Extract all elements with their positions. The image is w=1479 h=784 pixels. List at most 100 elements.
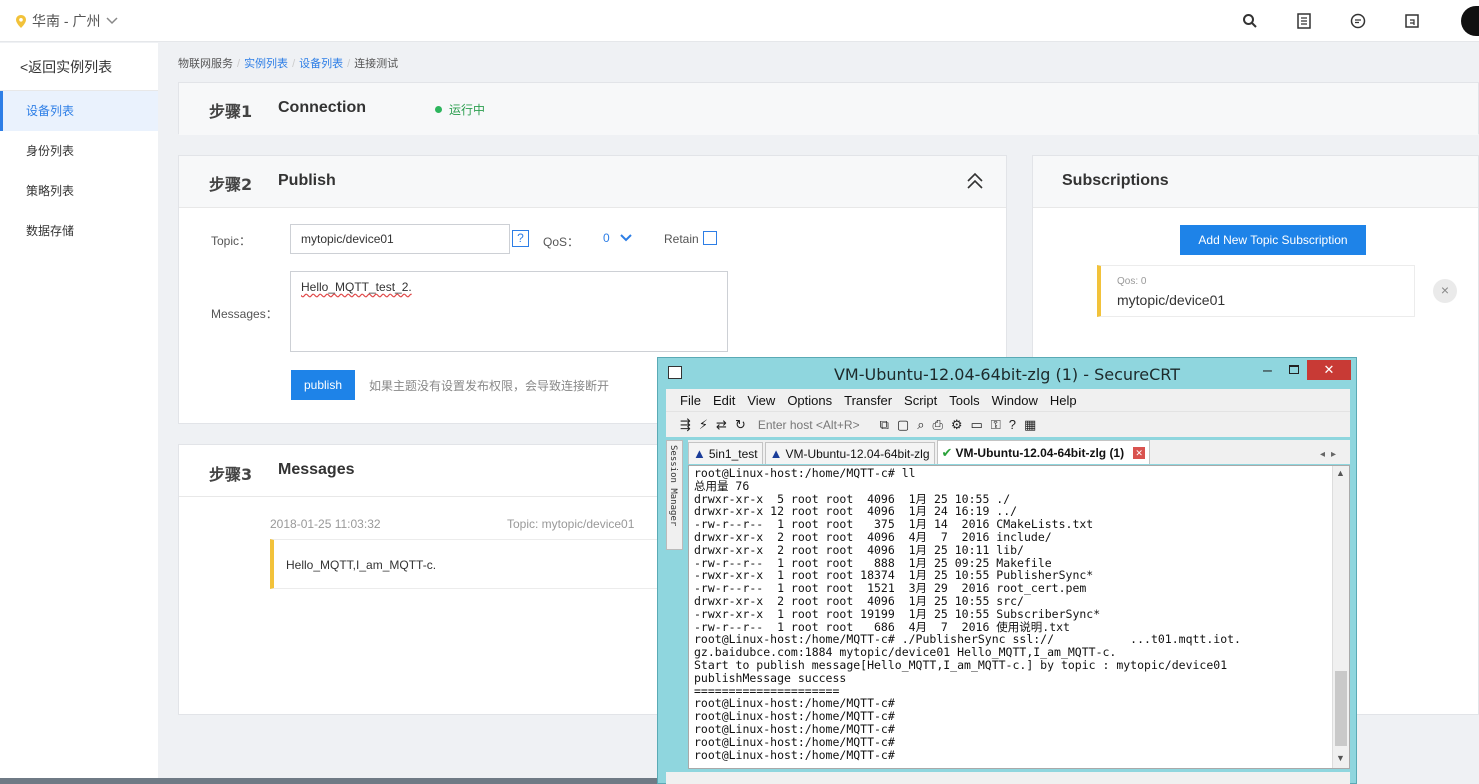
- topic-input[interactable]: mytopic/device01: [290, 224, 510, 254]
- warning-icon: ▲: [693, 445, 706, 461]
- tab-vm-ubuntu-1[interactable]: ✔ VM-Ubuntu-12.04-64bit-zlg (1) ✕: [936, 440, 1151, 464]
- top-bar: 华南 - 广州: [0, 0, 1479, 42]
- disconnect-icon[interactable]: ↻: [735, 417, 746, 433]
- location-pin-icon: [16, 14, 26, 28]
- host-input[interactable]: Enter host <Alt+R>: [758, 418, 860, 432]
- add-subscription-button[interactable]: Add New Topic Subscription: [1180, 225, 1366, 255]
- quick-connect-icon[interactable]: ⚡: [699, 417, 708, 433]
- avatar[interactable]: [1461, 6, 1479, 36]
- publish-button[interactable]: publish: [291, 370, 355, 400]
- panel-title: Connection: [278, 99, 366, 116]
- window-title: VM-Ubuntu-12.04-64bit-zlg (1) - SecureCR…: [833, 365, 1181, 384]
- messages-label: Messages：: [211, 307, 278, 321]
- session-manager-label: Session Manager: [668, 445, 678, 527]
- tab-vm-ubuntu[interactable]: ▲ VM-Ubuntu-12.04-64bit-zlg: [764, 442, 935, 464]
- sidebar-item-policies[interactable]: 策略列表: [0, 171, 158, 211]
- chevron-down-icon: [106, 17, 118, 25]
- check-icon: ✔: [941, 444, 953, 460]
- terminal[interactable]: root@Linux-host:/home/MQTT-c# ll 总用量 76 …: [688, 465, 1350, 769]
- connection-panel: 步骤1 Connection 运行中: [178, 82, 1479, 135]
- retain-checkbox[interactable]: [703, 231, 717, 245]
- message-text: Hello_MQTT_test_2.: [301, 280, 412, 294]
- qos-label: QoS：: [543, 235, 580, 249]
- back-to-instances-link[interactable]: <返回实例列表: [0, 43, 158, 91]
- reconnect-icon[interactable]: ⇄: [716, 417, 727, 433]
- menu-window[interactable]: Window: [992, 393, 1038, 408]
- breadcrumb-current: 连接测试: [354, 58, 399, 70]
- sidebar: <返回实例列表 设备列表 身份列表 策略列表 数据存储: [0, 43, 158, 784]
- close-tab-icon[interactable]: ✕: [1133, 446, 1146, 459]
- help-icon[interactable]: ?: [512, 230, 529, 247]
- breadcrumb-instances[interactable]: 实例列表: [244, 58, 288, 70]
- search-icon[interactable]: [1241, 12, 1259, 30]
- breadcrumb: 物联网服务 / 实例列表 / 设备列表 / 连接测试: [178, 58, 399, 70]
- collapse-chevron-icon[interactable]: [964, 170, 986, 192]
- connect-icon[interactable]: ⇶: [680, 417, 691, 433]
- close-icon[interactable]: ×: [1433, 279, 1457, 303]
- message-textarea[interactable]: Hello_MQTT_test_2.: [290, 271, 728, 352]
- close-icon[interactable]: ✕: [1307, 360, 1351, 380]
- tab-scroll-arrows-icon[interactable]: ◂▸: [1320, 449, 1350, 464]
- terminal-scrollbar[interactable]: ▲ ▼: [1332, 466, 1349, 768]
- maximize-icon[interactable]: [1289, 365, 1299, 374]
- session-tabs: ▲ 5in1_test ▲ VM-Ubuntu-12.04-64bit-zlg ✔ V…: [688, 440, 1350, 464]
- breadcrumb-devices[interactable]: 设备列表: [299, 58, 343, 70]
- qos-value: 0: [603, 231, 610, 245]
- status-dot-icon: [435, 106, 442, 113]
- menu-script[interactable]: Script: [904, 393, 937, 408]
- menu-options[interactable]: Options: [787, 393, 832, 408]
- status-badge: 运行中: [435, 101, 485, 118]
- publish-hint: 如果主题没有设置发布权限，会导致连接断开: [369, 379, 610, 393]
- securecrt-window[interactable]: VM-Ubuntu-12.04-64bit-zlg (1) - SecureCR…: [657, 357, 1357, 784]
- help-icon[interactable]: ?: [1009, 417, 1016, 432]
- subscription-item: Qos: 0 mytopic/device01: [1097, 265, 1415, 317]
- print-icon[interactable]: ⎙: [932, 417, 942, 433]
- message-body: Hello_MQTT,I_am_MQTT-c.: [286, 558, 437, 572]
- scroll-down-icon[interactable]: ▼: [1336, 753, 1345, 763]
- paste-icon[interactable]: ▢: [897, 417, 909, 433]
- topic-label: Topic：: [211, 234, 252, 248]
- sidebar-item-devices[interactable]: 设备列表: [0, 91, 158, 131]
- sidebar-item-identities[interactable]: 身份列表: [0, 131, 158, 171]
- toolbar: ⇶ ⚡ ⇄ ↻ Enter host <Alt+R> ⧉ ▢ ⌕ ⎙ ⚙ ▭ ⚿…: [666, 411, 1350, 437]
- menu-help[interactable]: Help: [1050, 393, 1077, 408]
- subscription-qos: Qos: 0: [1117, 276, 1147, 287]
- tab-5in1-test[interactable]: ▲ 5in1_test: [688, 442, 763, 464]
- scroll-thumb[interactable]: [1335, 671, 1347, 746]
- region-selector[interactable]: 华南 - 广州: [16, 11, 118, 31]
- menu-bar: File Edit View Options Transfer Script T…: [666, 389, 1350, 411]
- step-number: 步骤3: [209, 465, 253, 484]
- taskbar: [0, 778, 657, 784]
- panel-title: Subscriptions: [1062, 172, 1169, 189]
- region-label: 华南 - 广州: [32, 13, 101, 29]
- terminal-line: root@Linux-host:/home/MQTT-c#: [694, 747, 895, 762]
- minimize-icon[interactable]: –: [1263, 362, 1272, 380]
- settings-icon[interactable]: ⚙: [951, 417, 963, 433]
- sidebar-item-storage[interactable]: 数据存储: [0, 211, 158, 251]
- tab-label: VM-Ubuntu-12.04-64bit-zlg: [785, 446, 930, 461]
- find-icon[interactable]: ⌕: [917, 417, 924, 433]
- menu-file[interactable]: File: [680, 393, 701, 408]
- tab-label: 5in1_test: [708, 446, 758, 461]
- map-icon[interactable]: ▦: [1024, 417, 1036, 433]
- menu-view[interactable]: View: [747, 393, 775, 408]
- step-number: 步骤2: [209, 175, 253, 194]
- document-icon[interactable]: [1295, 12, 1313, 30]
- scroll-up-icon[interactable]: ▲: [1336, 468, 1345, 478]
- terminal-output: root@Linux-host:/home/MQTT-c# ll 总用量 76 …: [694, 467, 1241, 761]
- upload-icon[interactable]: [1403, 12, 1421, 30]
- key-icon[interactable]: ⚿: [991, 417, 1001, 433]
- chat-icon[interactable]: [1349, 12, 1367, 30]
- warning-icon: ▲: [769, 445, 783, 461]
- chevron-down-icon: [619, 234, 632, 242]
- menu-transfer[interactable]: Transfer: [844, 393, 892, 408]
- keymap-icon[interactable]: ▭: [971, 417, 983, 433]
- message-timestamp: 2018-01-25 11:03:32: [270, 517, 381, 531]
- session-manager-tab[interactable]: Session Manager: [666, 440, 683, 550]
- copy-icon[interactable]: ⧉: [880, 417, 889, 433]
- subscription-topic: mytopic/device01: [1117, 292, 1226, 308]
- qos-select[interactable]: 0: [603, 231, 632, 245]
- window-titlebar[interactable]: VM-Ubuntu-12.04-64bit-zlg (1) - SecureCR…: [658, 358, 1356, 388]
- menu-tools[interactable]: Tools: [949, 393, 979, 408]
- menu-edit[interactable]: Edit: [713, 393, 735, 408]
